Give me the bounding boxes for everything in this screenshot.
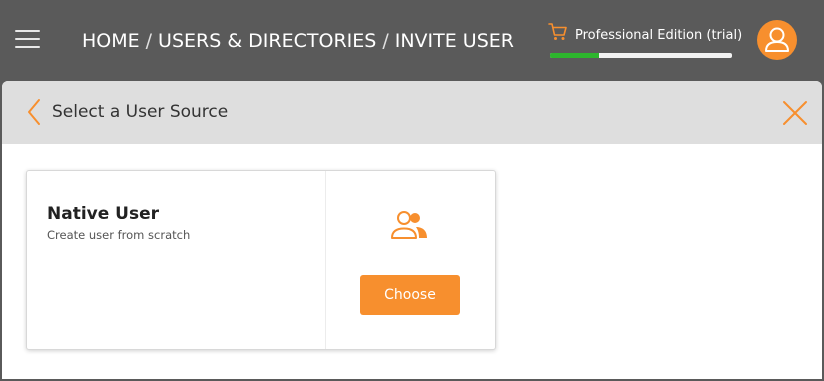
edition-label: Professional Edition (trial) bbox=[575, 28, 743, 43]
breadcrumb-invite-user: INVITE USER bbox=[394, 30, 514, 52]
card-title: Native User bbox=[47, 204, 160, 224]
native-user-card: Native User Create user from scratch Cho… bbox=[26, 170, 496, 350]
close-icon[interactable] bbox=[782, 100, 808, 130]
choose-button[interactable]: Choose bbox=[360, 275, 460, 315]
panel-title: Select a User Source bbox=[52, 102, 229, 122]
breadcrumb-users-directories[interactable]: USERS & DIRECTORIES bbox=[158, 30, 376, 52]
breadcrumb-separator: / bbox=[145, 30, 153, 52]
card-subtitle: Create user from scratch bbox=[47, 228, 191, 242]
trial-progress-fill bbox=[550, 53, 600, 58]
users-icon bbox=[389, 209, 431, 245]
breadcrumb: HOME / USERS & DIRECTORIES / INVITE USER bbox=[82, 30, 514, 52]
invite-user-panel: Select a User Source Native User Create … bbox=[2, 81, 822, 379]
shopping-cart-icon bbox=[548, 22, 568, 46]
trial-progress-bar bbox=[550, 53, 732, 58]
user-avatar-icon[interactable] bbox=[757, 20, 797, 60]
card-action: Choose bbox=[326, 171, 495, 349]
chevron-left-icon[interactable] bbox=[26, 98, 42, 130]
breadcrumb-separator: / bbox=[382, 30, 389, 52]
card-info: Native User Create user from scratch bbox=[27, 171, 325, 349]
edition-status[interactable]: Professional Edition (trial) bbox=[548, 22, 742, 62]
panel-header: Select a User Source bbox=[2, 81, 822, 144]
breadcrumb-home[interactable]: HOME bbox=[82, 30, 140, 52]
hamburger-menu-icon[interactable] bbox=[15, 30, 40, 50]
top-bar: HOME / USERS & DIRECTORIES / INVITE USER Pro… bbox=[0, 0, 824, 81]
